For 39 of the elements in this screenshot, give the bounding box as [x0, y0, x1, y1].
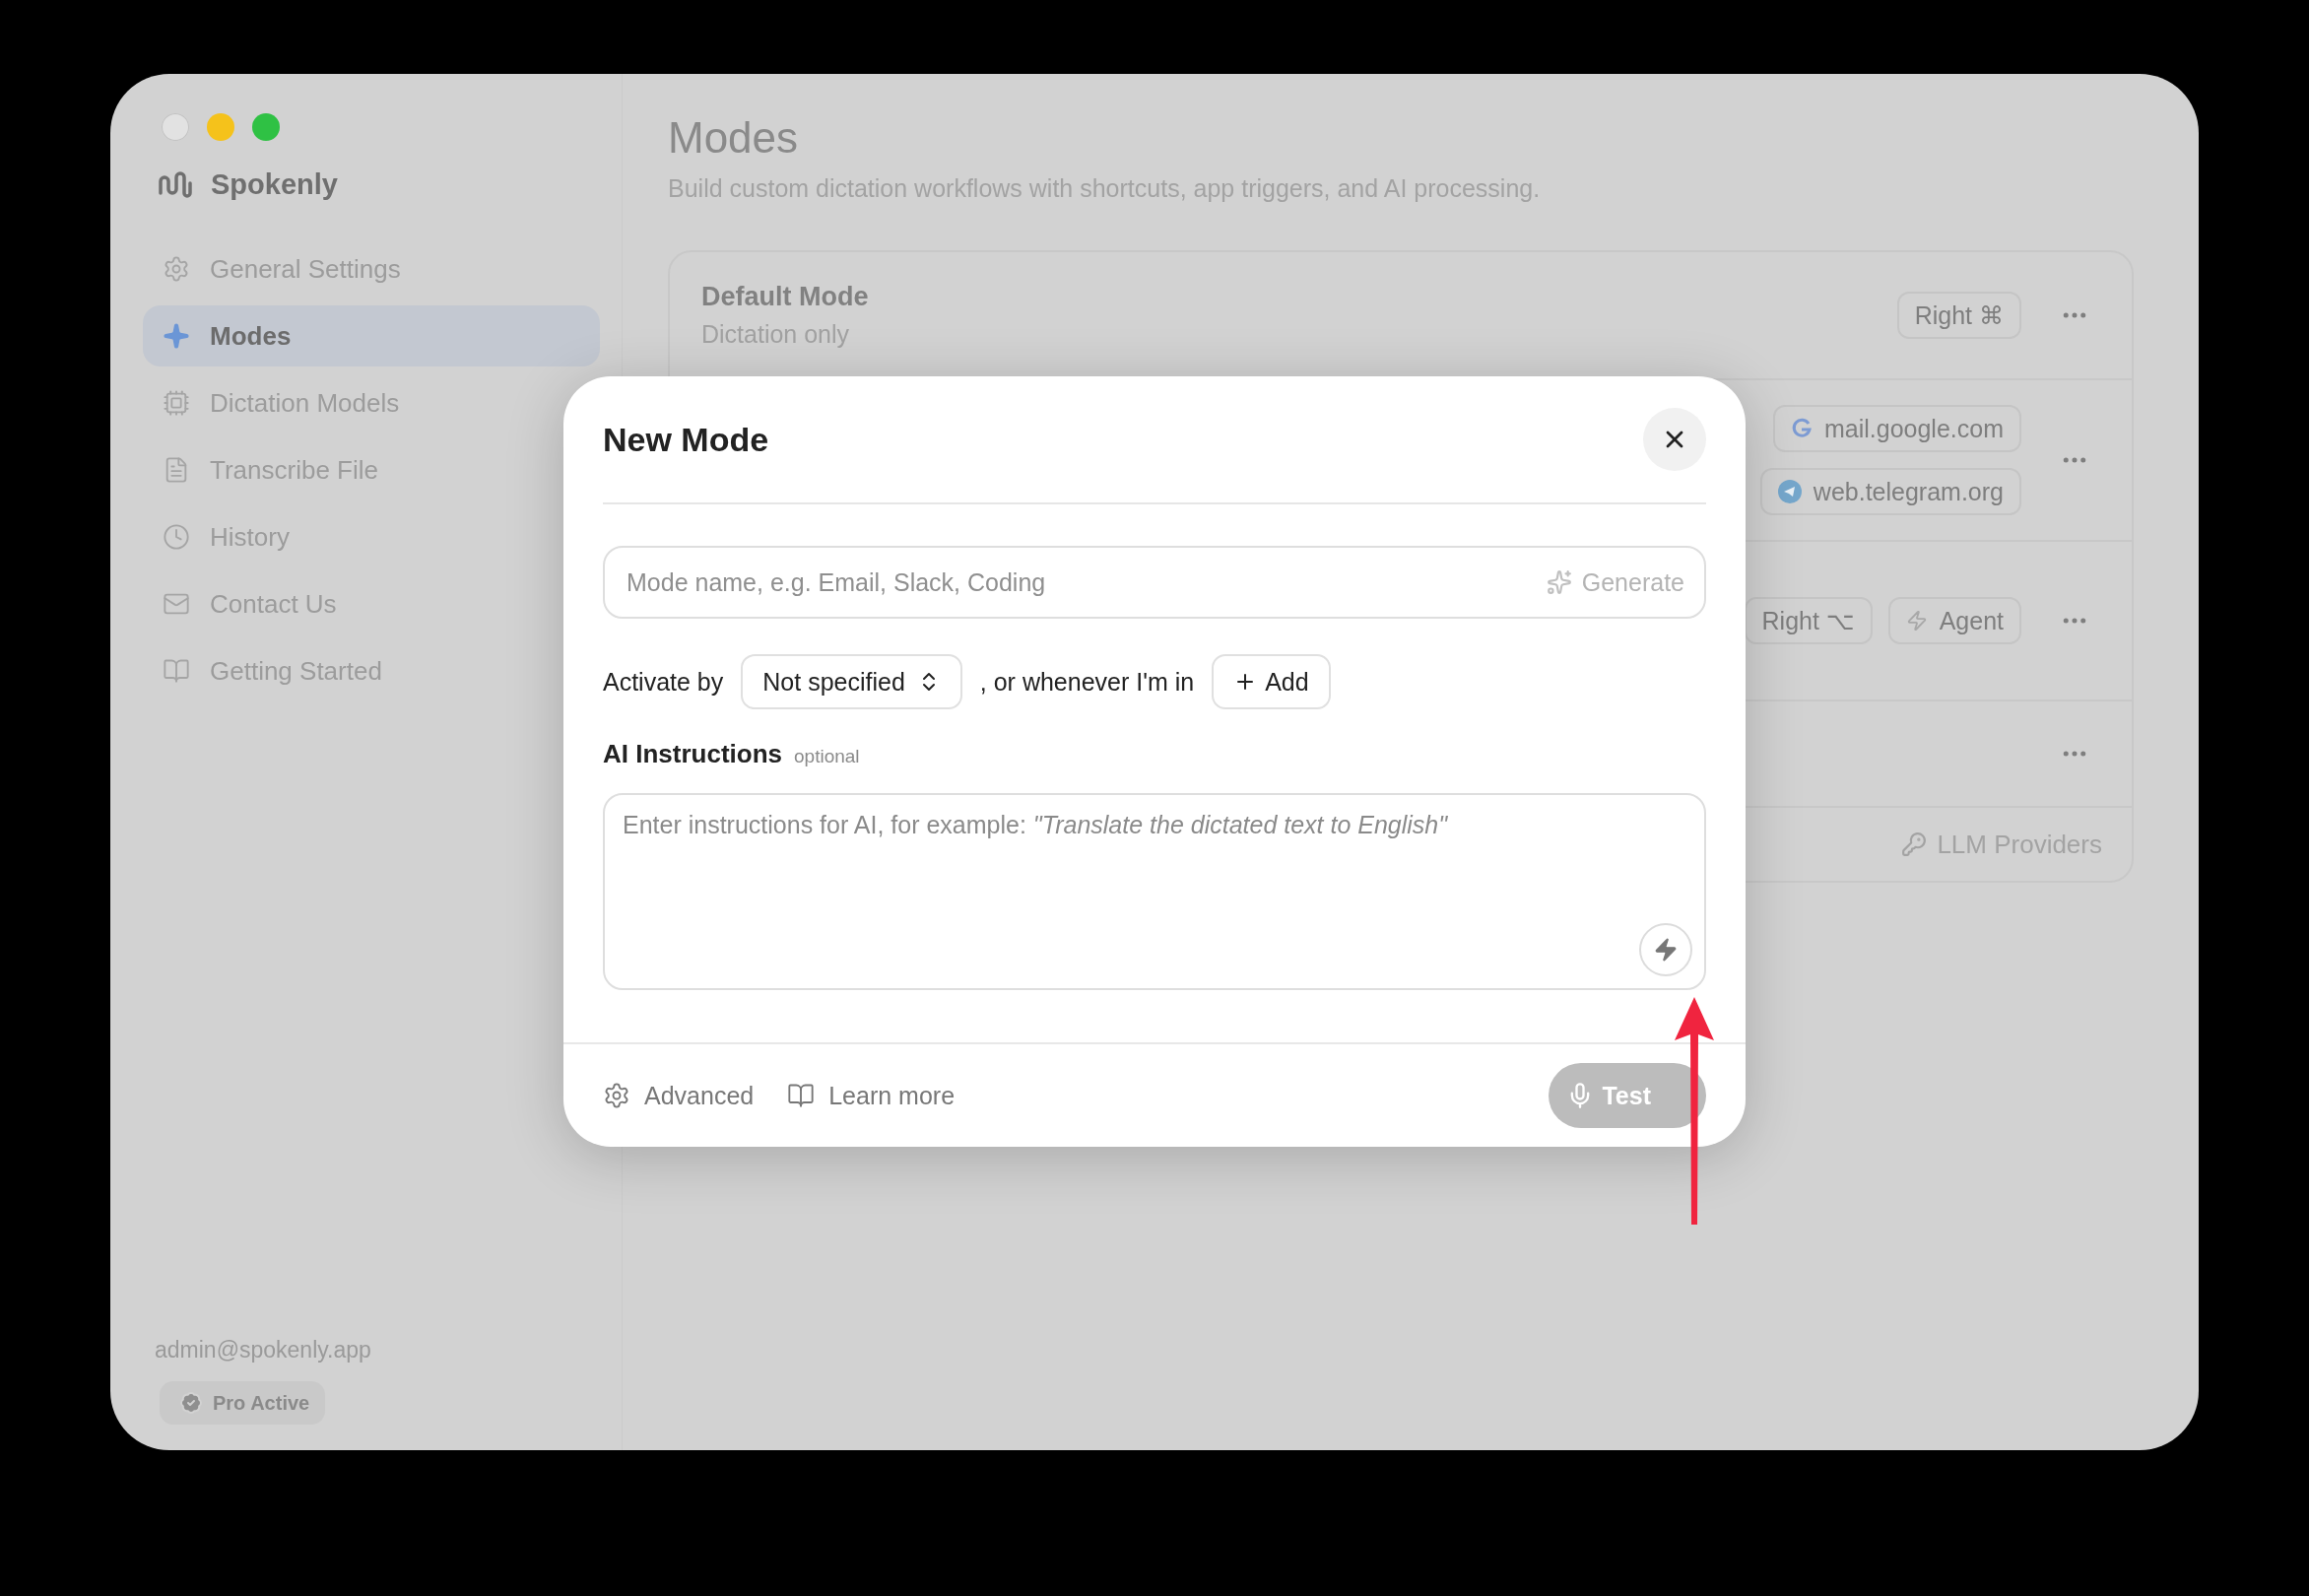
book-icon — [787, 1082, 816, 1109]
plan-label: Pro Active — [213, 1391, 310, 1415]
key-icon — [1901, 831, 1928, 857]
waveform-logo-icon — [158, 168, 193, 201]
mode-name: Default Mode — [701, 282, 870, 312]
shortcut-tag: Agent — [1887, 597, 2021, 644]
lightning-button[interactable] — [1639, 923, 1692, 976]
zoom-window-button[interactable] — [252, 113, 280, 141]
shortcut-tag: Right ⌘ — [1896, 292, 2021, 339]
nav-icon — [163, 322, 190, 350]
google-g-icon — [1790, 418, 1813, 439]
shortcut-tag: mail.google.com — [1772, 405, 2021, 452]
dialog-title: New Mode — [603, 420, 769, 459]
nav-icon — [163, 255, 190, 283]
connector-text: , or whenever I'm in — [979, 667, 1195, 697]
add-button[interactable]: Add — [1212, 654, 1331, 709]
nav-icon — [163, 389, 190, 417]
lightning-icon — [1905, 610, 1928, 632]
sparkles-icon — [1546, 569, 1572, 595]
shortcut-tag: web.telegram.org — [1759, 468, 2021, 515]
nav-icon — [163, 523, 190, 551]
paper-plane-icon — [1777, 480, 1802, 503]
advanced-button[interactable]: Advanced — [603, 1081, 755, 1110]
page-title: Modes — [668, 113, 800, 163]
optional-tag: optional — [794, 746, 860, 767]
lightning-icon — [1653, 937, 1679, 963]
nav-icon — [163, 657, 190, 685]
mode-name-field[interactable]: Mode name, e.g. Email, Slack, Coding Generate — [603, 546, 1706, 619]
sidebar-item[interactable]: Modes — [143, 305, 600, 366]
instructions-label: AI Instructions — [603, 739, 782, 769]
activate-label: Activate by — [603, 667, 724, 697]
account-email: admin@spokenly.app — [154, 1337, 372, 1363]
generate-button[interactable]: Generate — [1546, 567, 1684, 597]
verified-badge-icon — [179, 1391, 203, 1415]
instructions-field[interactable]: Enter instructions for AI, for example: "Translate the dictated text to English" — [603, 793, 1706, 990]
activation-select[interactable]: Not specified — [741, 654, 962, 709]
app-name: Spokenly — [211, 168, 338, 201]
gear-icon — [603, 1082, 630, 1109]
learn-more-button[interactable]: Learn more — [787, 1081, 956, 1110]
